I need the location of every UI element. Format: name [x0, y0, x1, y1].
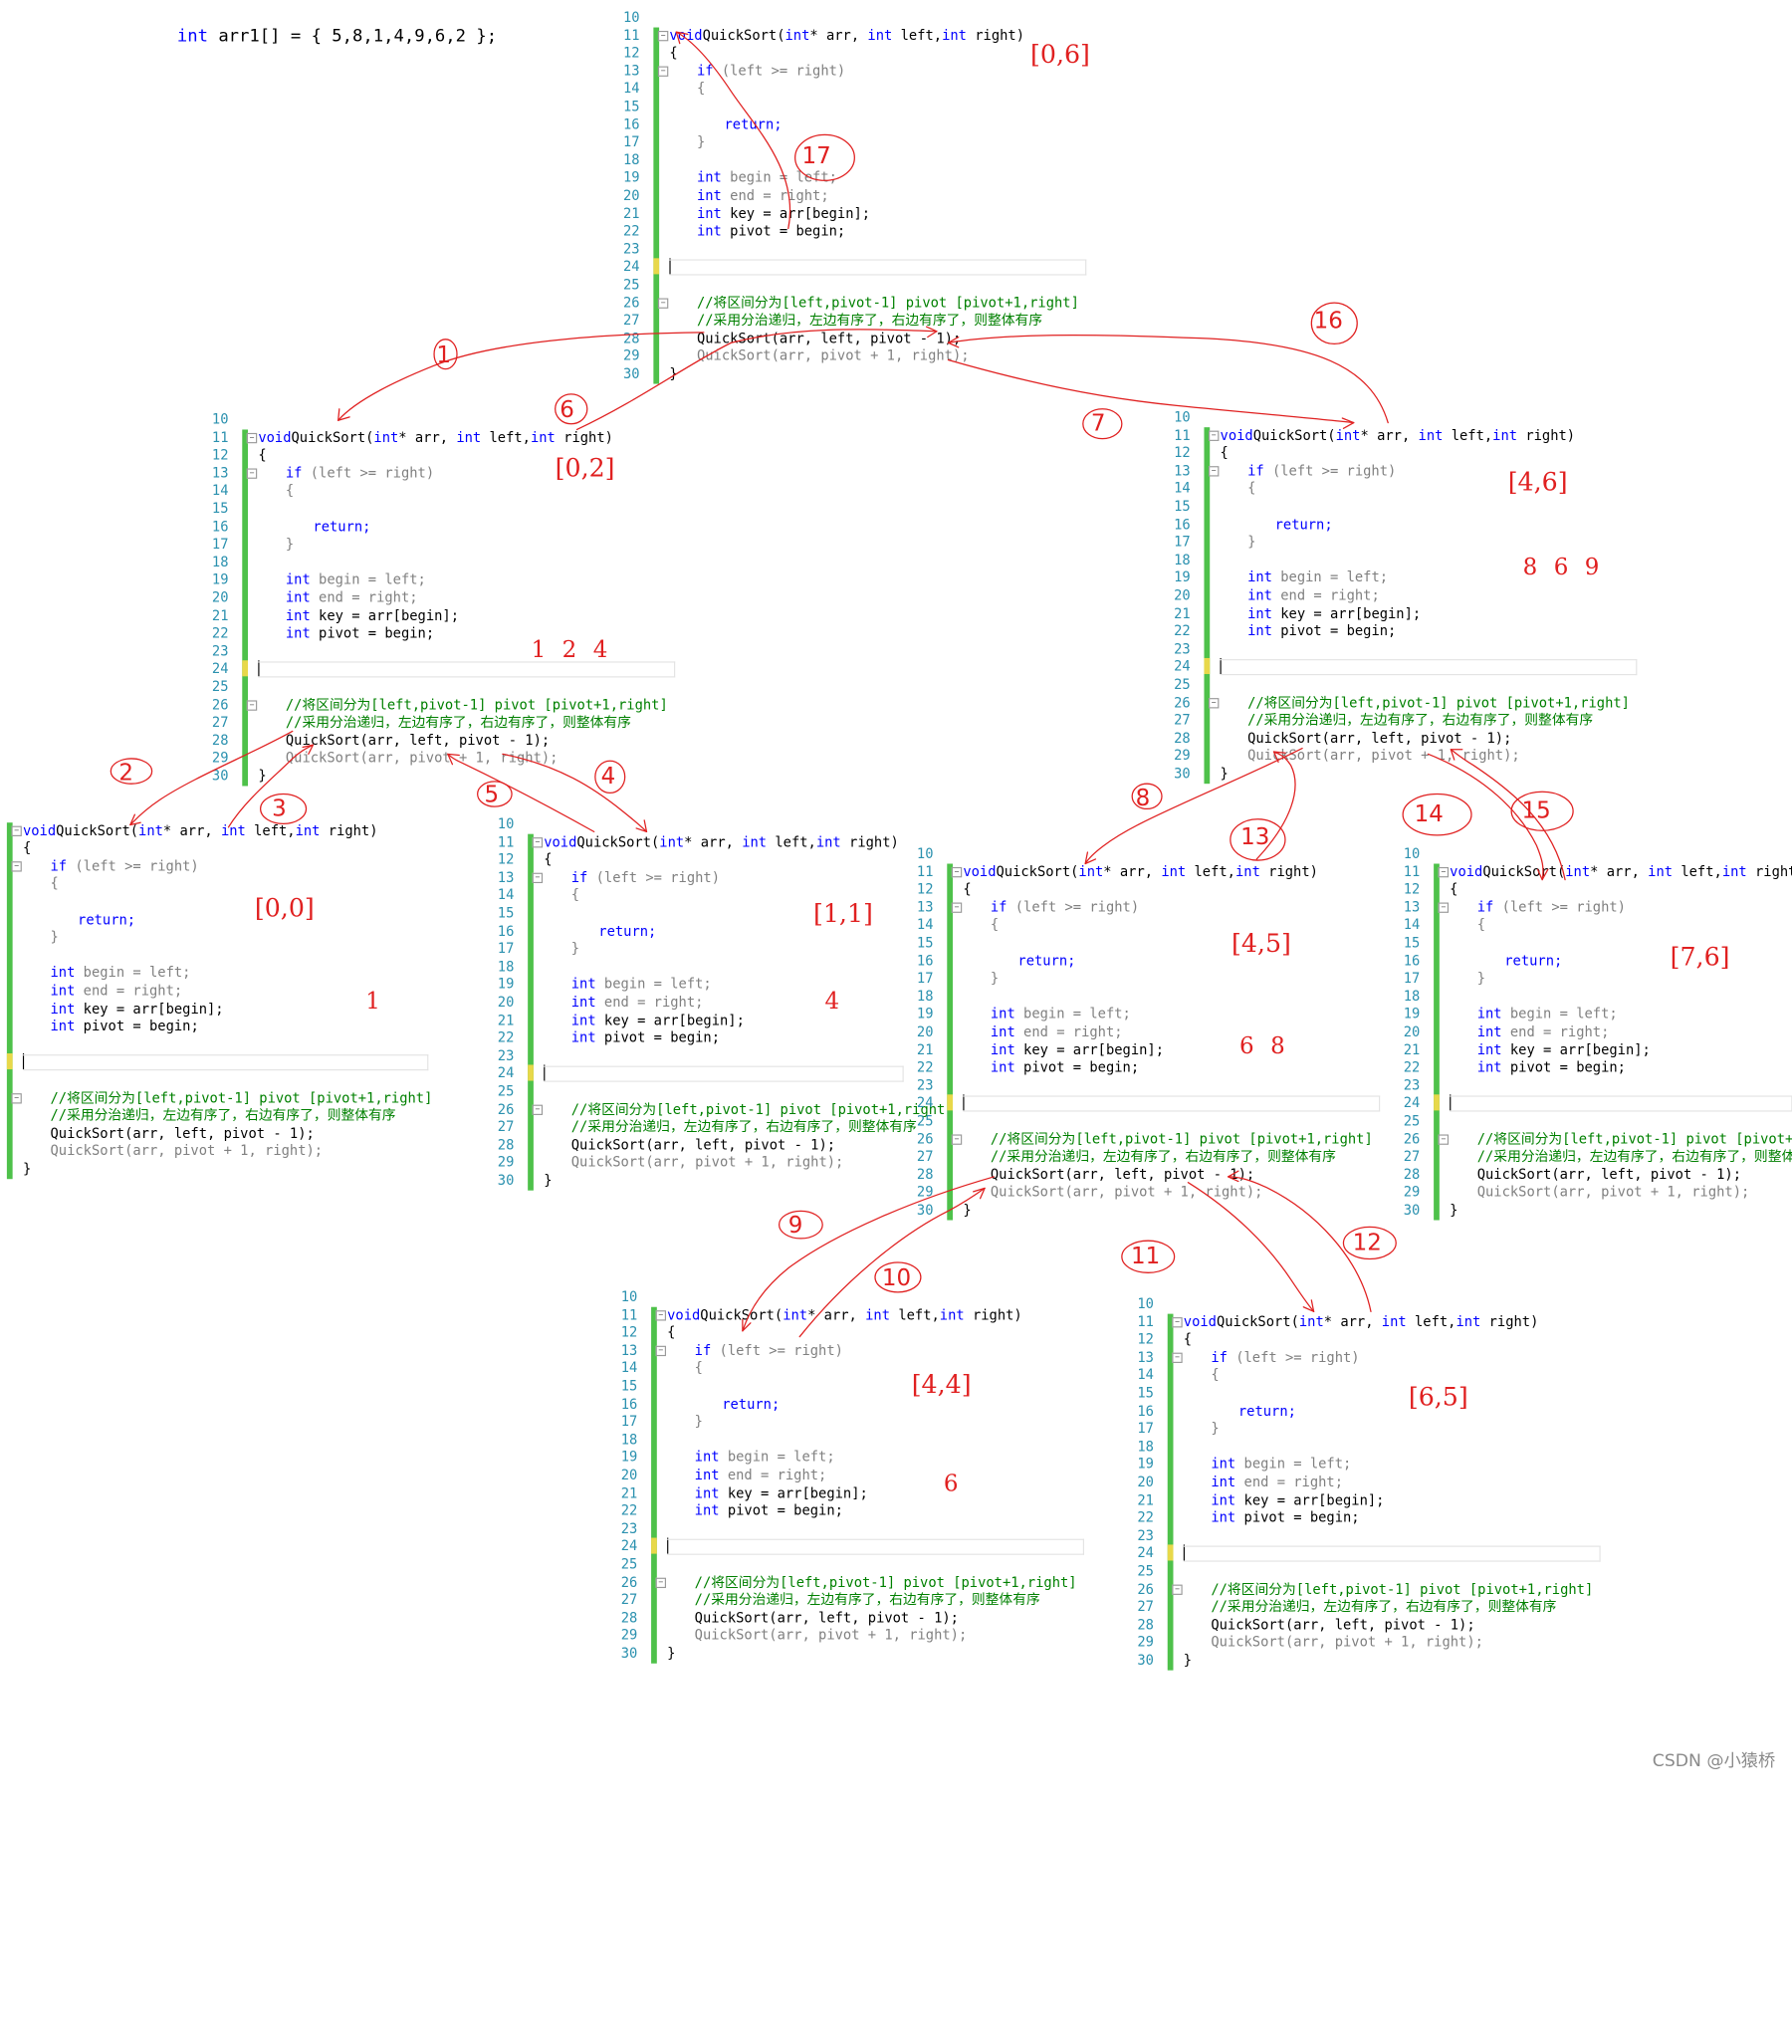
- subarray-values: 6: [943, 1469, 964, 1497]
- arrow-call-left-root: [337, 332, 705, 421]
- step-number: 17: [801, 141, 831, 169]
- arrow-return-right: [947, 335, 1389, 424]
- step-number: 3: [272, 794, 287, 822]
- arrow-head-7: [1341, 417, 1355, 429]
- watermark: CSDN @小猿桥: [1652, 1749, 1776, 1771]
- stage: int arr1[] = { 5,8,1,4,9,6,2 }; 10 11 12 13…: [0, 0, 1792, 2044]
- range-label: [4,6]: [1507, 468, 1568, 498]
- arrow-call-leaf11: [502, 753, 648, 833]
- arrow-head-12: [1227, 1170, 1239, 1183]
- diagram-page: int arr1[] = { 5,8,1,4,9,6,2 }; 10 11 12 13…: [0, 0, 1792, 1781]
- arrow-call-leaf44: [742, 1176, 995, 1332]
- step-number: 5: [484, 780, 500, 808]
- subarray-values: 8 6 9: [1522, 553, 1604, 580]
- step-number: 10: [881, 1263, 912, 1291]
- step-number: 1: [436, 340, 451, 368]
- arrow-return-root: [675, 31, 791, 230]
- arrow-call-mid: [1084, 747, 1303, 865]
- step-number: 7: [1090, 408, 1106, 437]
- step-number: 15: [1521, 795, 1551, 824]
- arrow-call-right-root: [947, 358, 1355, 424]
- range-label: [1,1]: [813, 900, 873, 929]
- range-label: [0,0]: [254, 894, 315, 924]
- range-label: [4,4]: [911, 1371, 972, 1400]
- range-label: [0,2]: [555, 454, 615, 484]
- subarray-values: 6 8: [1239, 1031, 1290, 1059]
- step-number: 4: [600, 762, 616, 790]
- arrow-return-leaf11: [447, 753, 595, 833]
- arrow-head-6: [925, 326, 938, 339]
- step-number: 6: [560, 395, 574, 423]
- step-number: 9: [787, 1211, 803, 1239]
- recursion-arrows: [110, 31, 1574, 1338]
- range-label: [0,6]: [1030, 41, 1090, 70]
- subarray-values: 1 2 4: [531, 635, 612, 663]
- arrow-call-leaf65: [1187, 1182, 1315, 1312]
- step-number: 11: [1131, 1242, 1161, 1269]
- range-label: [4,5]: [1232, 930, 1291, 959]
- step-number: 16: [1313, 306, 1343, 335]
- arrow-return-left: [575, 329, 938, 431]
- subarray-values: 4: [824, 987, 844, 1015]
- step-number: 12: [1352, 1228, 1382, 1256]
- arrow-call-leaf00: [129, 730, 294, 826]
- step-number: 8: [1135, 784, 1151, 811]
- subarray-values: 1: [365, 987, 385, 1015]
- range-label: [7,6]: [1670, 943, 1730, 973]
- range-label: [6,5]: [1408, 1383, 1468, 1413]
- step-number: 13: [1240, 822, 1270, 850]
- step-number: 2: [118, 758, 133, 787]
- step-number: 14: [1414, 799, 1444, 827]
